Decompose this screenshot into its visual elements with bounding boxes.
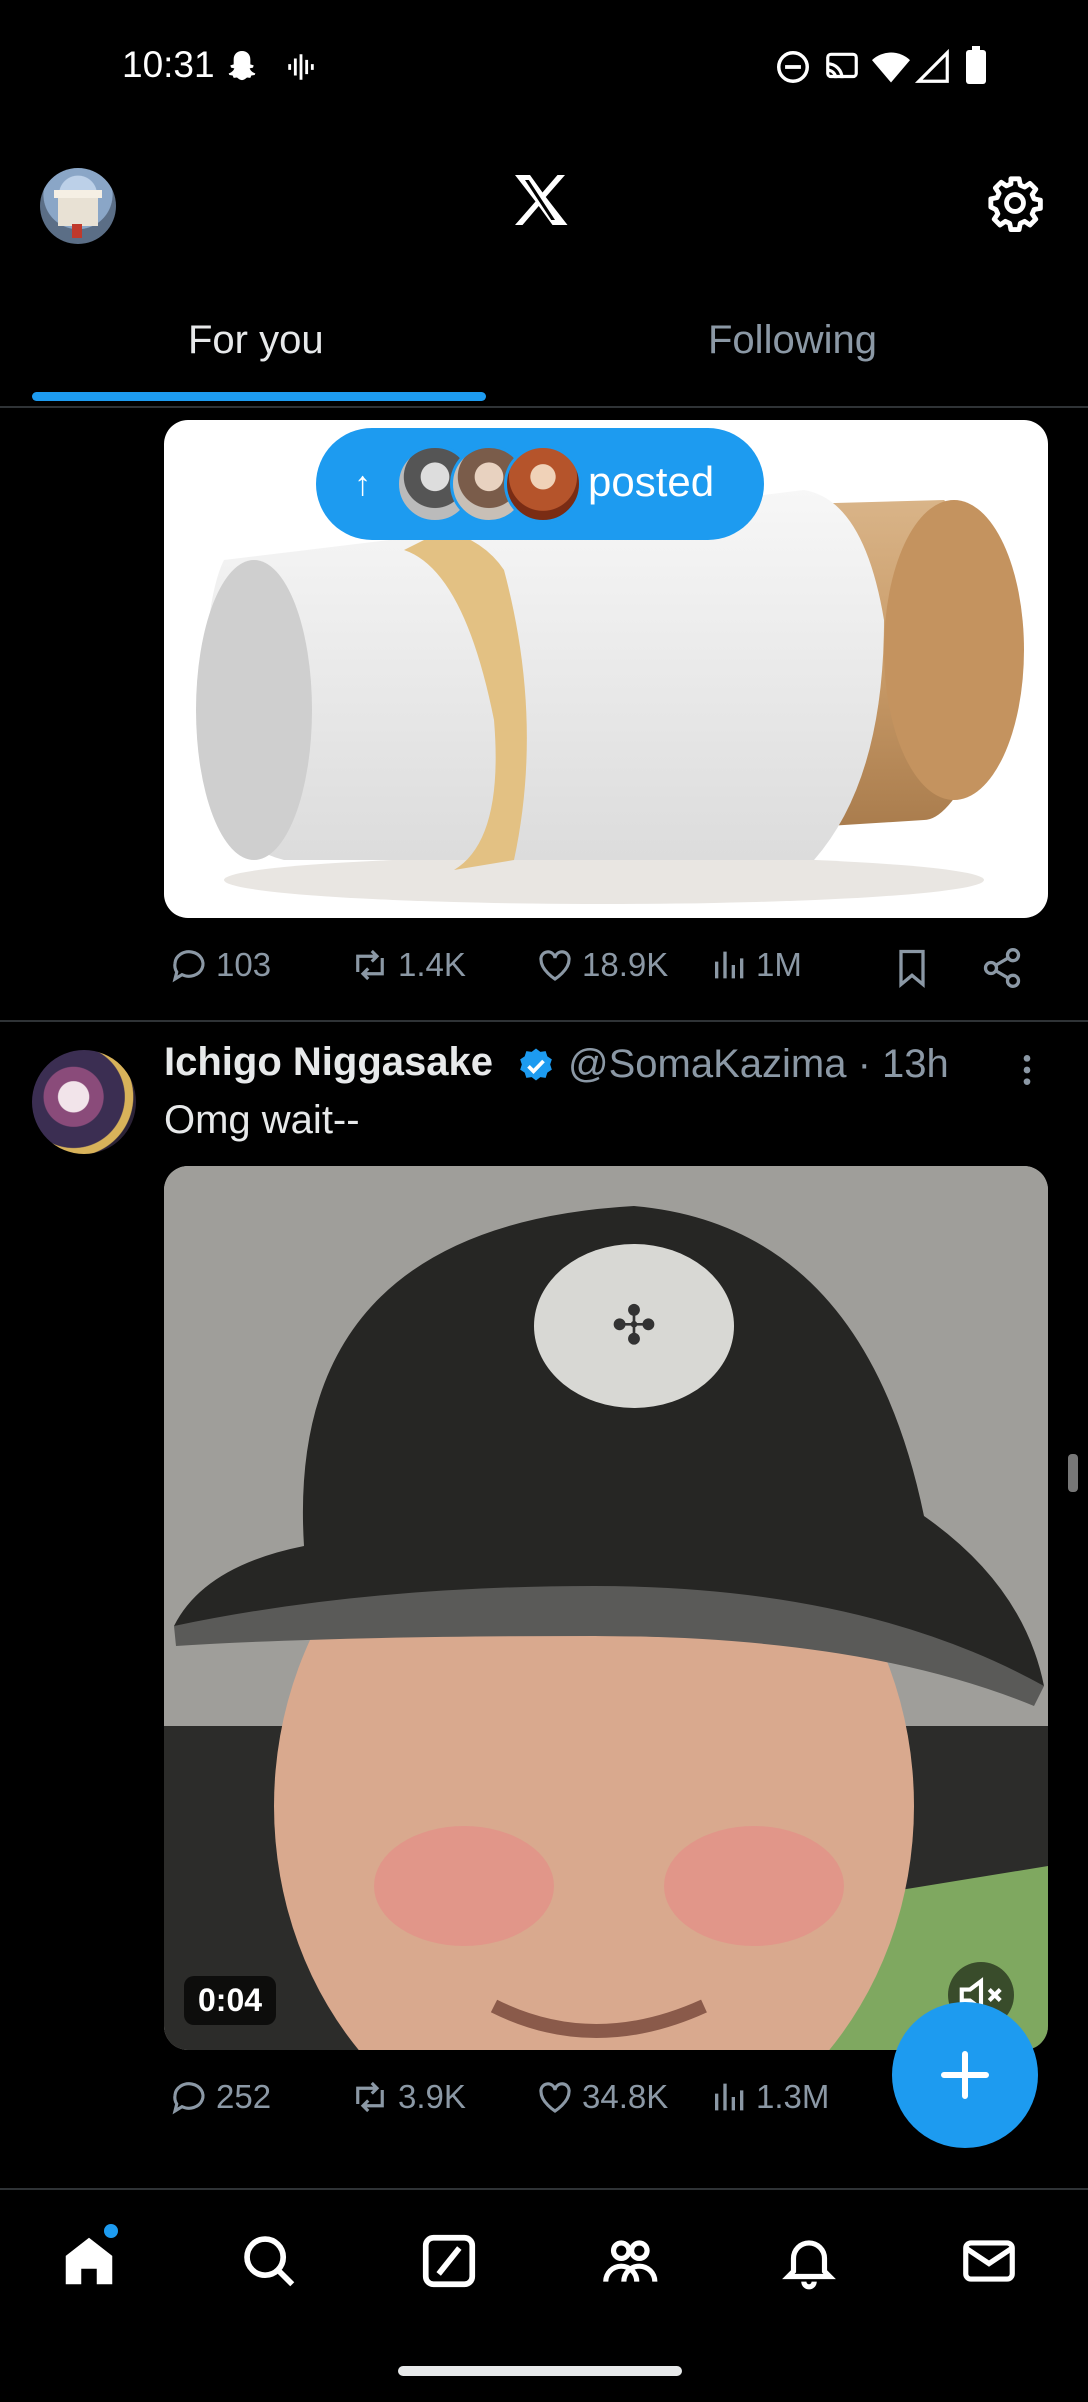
reply-count: 252 (216, 2078, 272, 2115)
bookmark-icon[interactable] (890, 946, 934, 990)
new-posts-pill[interactable]: ↑ posted (316, 428, 764, 540)
post-video[interactable]: ✣ (164, 1166, 1048, 2050)
repost-button[interactable]: 1.4K (348, 944, 466, 986)
communities-icon[interactable] (596, 2230, 662, 2292)
post-divider (0, 1020, 1088, 1022)
snapchat-icon (228, 51, 256, 81)
gesture-home-bar[interactable] (398, 2366, 682, 2376)
share-icon[interactable] (980, 946, 1024, 990)
avatar (504, 445, 582, 523)
verified-badge-icon (520, 1048, 552, 1081)
repost-count: 3.9K (398, 2078, 466, 2115)
voice-icon (288, 54, 314, 80)
like-button[interactable]: 18.9K (534, 944, 668, 986)
reply-button[interactable]: 252 (168, 2076, 271, 2118)
like-button[interactable]: 34.8K (534, 2076, 668, 2118)
views-count: 1M (756, 946, 802, 983)
author-handle[interactable]: @SomaKazima · 13h (568, 1042, 949, 1087)
tweet-text: Omg wait-- (164, 1098, 360, 1142)
like-count: 34.8K (582, 2078, 669, 2115)
status-time: 10:31 (122, 44, 215, 85)
grok-icon[interactable] (418, 2230, 480, 2292)
repost-button[interactable]: 3.9K (348, 2076, 466, 2118)
plus-icon (941, 2051, 989, 2099)
reply-button[interactable]: 103 (168, 944, 271, 986)
more-options-icon[interactable] (1010, 1050, 1044, 1090)
new-posts-label: posted (588, 458, 715, 505)
profile-avatar[interactable] (40, 168, 116, 244)
battery-icon (966, 46, 986, 84)
arrow-up-icon: ↑ (354, 464, 371, 503)
repost-icon (356, 949, 384, 981)
cast-icon (826, 52, 858, 79)
wifi-icon (872, 52, 910, 83)
reply-icon (172, 2082, 205, 2115)
video-duration: 0:04 (184, 1976, 277, 2025)
views-button[interactable]: 1M (710, 944, 802, 986)
heart-icon (539, 2082, 571, 2113)
timeline-tabs: For you Following (0, 290, 1088, 408)
views-button[interactable]: 1.3M (710, 2076, 829, 2118)
scrollbar-thumb[interactable] (1068, 1454, 1078, 1492)
author-name[interactable]: Ichigo Niggasake (164, 1040, 493, 1085)
reply-icon (172, 950, 205, 983)
cell-signal-icon (914, 48, 949, 83)
repost-icon (356, 2081, 384, 2113)
notifications-icon[interactable] (778, 2230, 840, 2292)
messages-icon[interactable] (958, 2230, 1020, 2292)
author-avatar[interactable] (32, 1050, 136, 1154)
svg-text:✣: ✣ (611, 1294, 656, 1357)
gear-icon[interactable] (986, 174, 1044, 232)
views-count: 1.3M (756, 2078, 830, 2115)
tab-for-you[interactable]: For you (188, 318, 324, 363)
dnd-icon (777, 51, 809, 83)
search-icon[interactable] (238, 2230, 300, 2292)
x-logo-icon[interactable] (510, 172, 570, 228)
like-count: 18.9K (582, 946, 669, 983)
reply-count: 103 (216, 946, 272, 983)
tab-following[interactable]: Following (708, 318, 877, 363)
compose-button[interactable] (892, 2002, 1038, 2148)
heart-icon (539, 950, 571, 981)
notification-dot (104, 2224, 118, 2238)
home-icon[interactable] (58, 2230, 120, 2292)
views-icon (715, 2083, 744, 2111)
repost-count: 1.4K (398, 946, 466, 983)
views-icon (715, 951, 744, 979)
active-tab-indicator (32, 392, 486, 401)
